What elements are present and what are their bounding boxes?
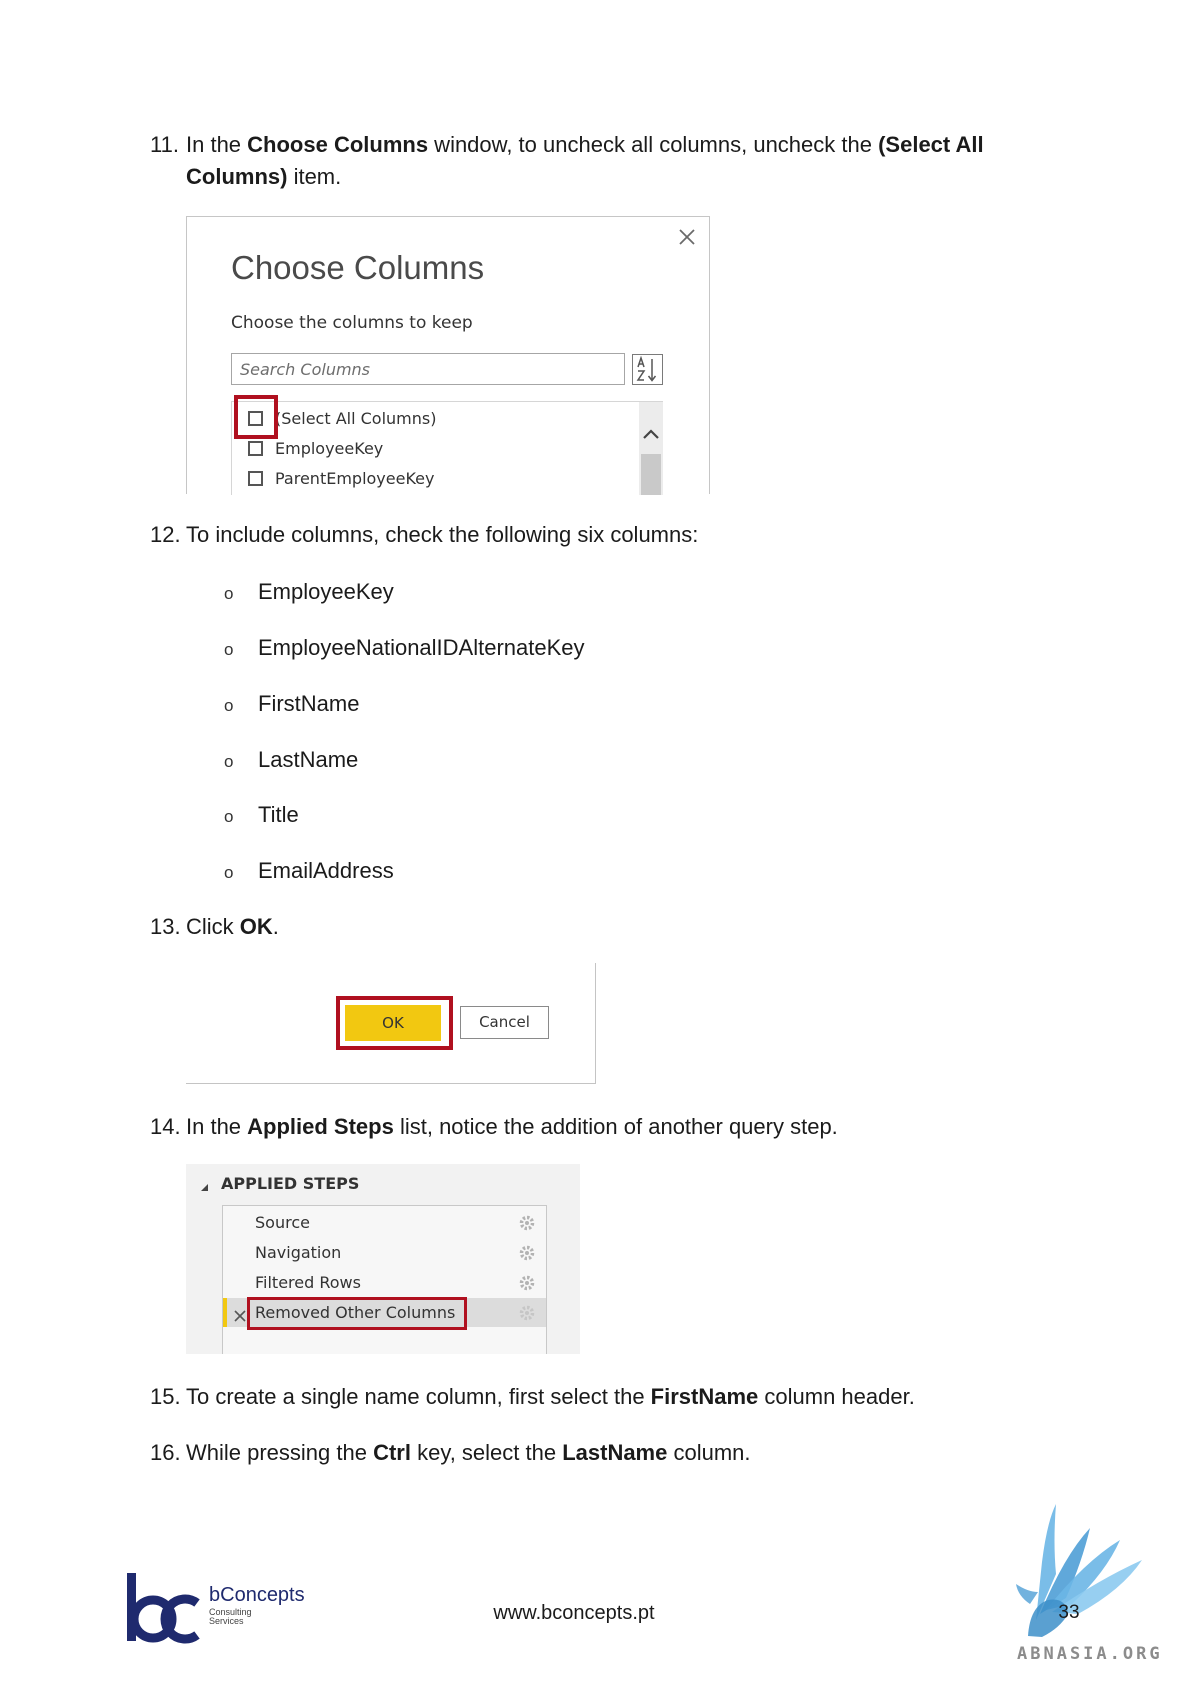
highlight-box (234, 395, 278, 439)
applied-steps-list: Source Navigation Filtered Rows Removed … (222, 1205, 547, 1354)
bconcepts-logo (122, 1570, 206, 1646)
checkbox[interactable] (248, 441, 263, 456)
applied-step-filtered-rows[interactable]: Filtered Rows (223, 1268, 546, 1298)
list-bullet: o (224, 863, 234, 882)
step-label: Navigation (255, 1243, 342, 1262)
step-text: To create a single name column, first se… (186, 1384, 651, 1409)
list-bullet: o (224, 696, 234, 715)
list-item[interactable]: (Select All Columns) (232, 404, 639, 434)
step-number: 14. (150, 1114, 181, 1139)
step-number: 12. (150, 522, 181, 547)
gear-icon[interactable] (519, 1215, 535, 1231)
list-item: LastName (258, 747, 359, 772)
step-text: key, select the (410, 1440, 563, 1465)
gear-icon[interactable] (519, 1275, 535, 1291)
cancel-button[interactable]: Cancel (460, 1006, 549, 1039)
step-text: item. (287, 164, 342, 189)
collapse-triangle-icon[interactable] (198, 1178, 210, 1191)
choose-columns-dialog: Choose Columns Choose the columns to kee… (186, 216, 710, 495)
scrollbar[interactable] (639, 402, 663, 495)
gear-icon[interactable] (519, 1245, 535, 1261)
delete-step-icon[interactable] (234, 1307, 246, 1322)
step-13: 13. Click OK. (150, 911, 1060, 943)
step-15: 15. To create a single name column, first… (150, 1381, 1060, 1413)
dialog-buttons: OK Cancel (186, 963, 596, 1084)
checkbox-label: EmployeeKey (275, 439, 384, 458)
step-bold-text: Applied Steps (247, 1114, 394, 1139)
step-text: In the (186, 132, 248, 157)
checkbox-label: (Select All Columns) (275, 409, 437, 428)
dialog-title: Choose Columns (231, 249, 485, 286)
document-page: 11. In the Choose Columns window, to unch… (0, 0, 1191, 1684)
list-item: EmailAddress (258, 858, 394, 883)
brand-name: bConcepts (209, 1584, 305, 1606)
step-11: 11. In the Choose Columns window, to unch… (150, 129, 1060, 193)
step-bold-text: LastName (562, 1440, 668, 1465)
step-label: Filtered Rows (255, 1273, 361, 1292)
step-bold-text: Choose Columns (247, 132, 429, 157)
step-12: 12. To include columns, check the followi… (150, 519, 1060, 551)
step-text: In the (186, 1114, 248, 1139)
step-14: 14. In the Applied Steps list, notice the… (150, 1111, 1060, 1143)
step-number: 15. (150, 1384, 181, 1409)
step-text: column header. (758, 1384, 915, 1409)
list-item: FirstName (258, 691, 360, 716)
list-item[interactable]: ParentEmployeeKey (232, 464, 639, 494)
step-text: To include columns, check the following … (186, 522, 699, 547)
applied-steps-header: APPLIED STEPS (221, 1174, 360, 1193)
step-label: Source (255, 1213, 310, 1232)
step-text: While pressing the (186, 1440, 374, 1465)
applied-step-navigation[interactable]: Navigation (223, 1238, 546, 1268)
applied-step-source[interactable]: Source (223, 1208, 546, 1238)
page-number: 33 (1058, 1602, 1080, 1623)
step-text: column. (667, 1440, 751, 1465)
step-bold-text: FirstName (650, 1384, 759, 1409)
list-item: Title (258, 802, 299, 827)
website-link[interactable]: www.bconcepts.pt (474, 1600, 674, 1626)
column-checklist: (Select All Columns) EmployeeKey ParentE… (231, 401, 663, 495)
step-bold-text: Ctrl (373, 1440, 411, 1465)
sort-az-icon[interactable] (632, 354, 663, 385)
list-bullet: o (224, 752, 234, 771)
step-number: 11. (150, 132, 179, 157)
applied-steps-pane: APPLIED STEPS Source Navigation Filtered… (186, 1164, 580, 1354)
list-bullet: o (224, 807, 234, 826)
brand-tagline: Services (209, 1616, 244, 1626)
dialog-subtitle: Choose the columns to keep (231, 313, 473, 333)
step-text: window, to uncheck all columns, uncheck … (428, 132, 879, 157)
highlight-box (247, 1297, 467, 1330)
scrollbar-thumb[interactable] (641, 454, 661, 495)
chevron-up-icon[interactable] (641, 426, 661, 440)
list-bullet: o (224, 640, 234, 659)
search-columns-input[interactable] (231, 353, 625, 385)
list-item[interactable]: EmployeeKey (232, 434, 639, 464)
step-number: 13. (150, 914, 181, 939)
step-16: 16. While pressing the Ctrl key, select t… (150, 1437, 1060, 1469)
list-item: EmployeeKey (258, 579, 394, 604)
step-number: 16. (150, 1440, 181, 1465)
list-item: EmployeeNationalIDAlternateKey (258, 635, 585, 660)
step-bold-text: OK (239, 914, 273, 939)
close-icon[interactable] (678, 228, 696, 246)
step-text: list, notice the addition of another que… (393, 1114, 838, 1139)
step-text: Click (186, 914, 240, 939)
checkbox[interactable] (248, 471, 263, 486)
gear-icon[interactable] (519, 1305, 535, 1321)
checkbox-label: ParentEmployeeKey (275, 469, 435, 488)
selected-indicator (223, 1298, 227, 1327)
watermark-text: ABNASIA.ORG (1017, 1644, 1163, 1664)
ok-button[interactable]: OK (345, 1005, 441, 1041)
list-bullet: o (224, 584, 234, 603)
step-text: . (272, 914, 279, 939)
